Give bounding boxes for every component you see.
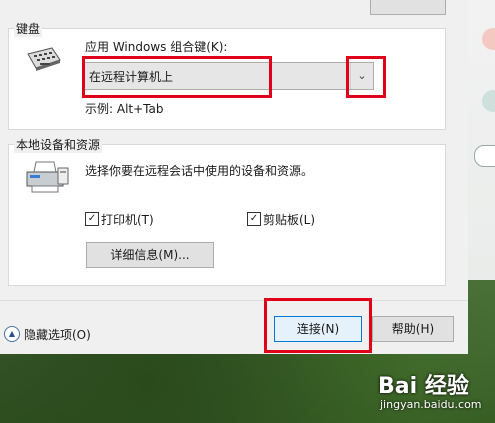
local-devices-section-title: 本地设备和资源 (14, 136, 103, 153)
printer-checkbox[interactable]: ✓ (85, 212, 99, 226)
windows-keys-selected-value: 在远程计算机上 (89, 70, 174, 84)
keyboard-example-text: 示例: Alt+Tab (85, 102, 164, 116)
top-cut-button[interactable] (370, 0, 446, 15)
keyboard-icon (27, 47, 61, 71)
background-control (474, 145, 495, 167)
background-window-edge (468, 0, 495, 280)
decorative-shape (482, 28, 495, 50)
windows-keys-select[interactable]: 在远程计算机上 ⌄ (84, 62, 374, 90)
chevron-down-icon[interactable]: ⌄ (350, 63, 373, 89)
dialog-footer: ▲ 隐藏选项(O) 连接(N) 帮助(H) (0, 300, 468, 354)
printer-checkbox-label: 打印机(T) (101, 213, 154, 227)
apply-windows-keys-label: 应用 Windows 组合键(K): (85, 40, 228, 54)
baidu-watermark-url: jingyan.baidu.com (380, 398, 482, 411)
connect-button[interactable]: 连接(N) (274, 316, 362, 342)
baidu-watermark-logo: Bai 经验 (378, 374, 469, 399)
hide-options-link[interactable]: 隐藏选项(O) (24, 326, 91, 343)
keyboard-section-title: 键盘 (14, 20, 43, 37)
remote-desktop-dialog: 键盘 应用 Windows 组合键(K): 在远程计算机上 ⌄ 示例: Alt+… (0, 0, 468, 354)
clipboard-checkbox-label: 剪贴板(L) (263, 213, 316, 227)
printer-icon (26, 161, 69, 193)
details-button[interactable]: 详细信息(M)... (86, 242, 214, 268)
chevron-up-icon[interactable]: ▲ (4, 326, 20, 342)
decorative-shape (482, 90, 495, 112)
clipboard-checkbox[interactable]: ✓ (247, 212, 261, 226)
help-button[interactable]: 帮助(H) (372, 316, 454, 342)
devices-description: 选择你要在远程会话中使用的设备和资源。 (85, 164, 314, 178)
